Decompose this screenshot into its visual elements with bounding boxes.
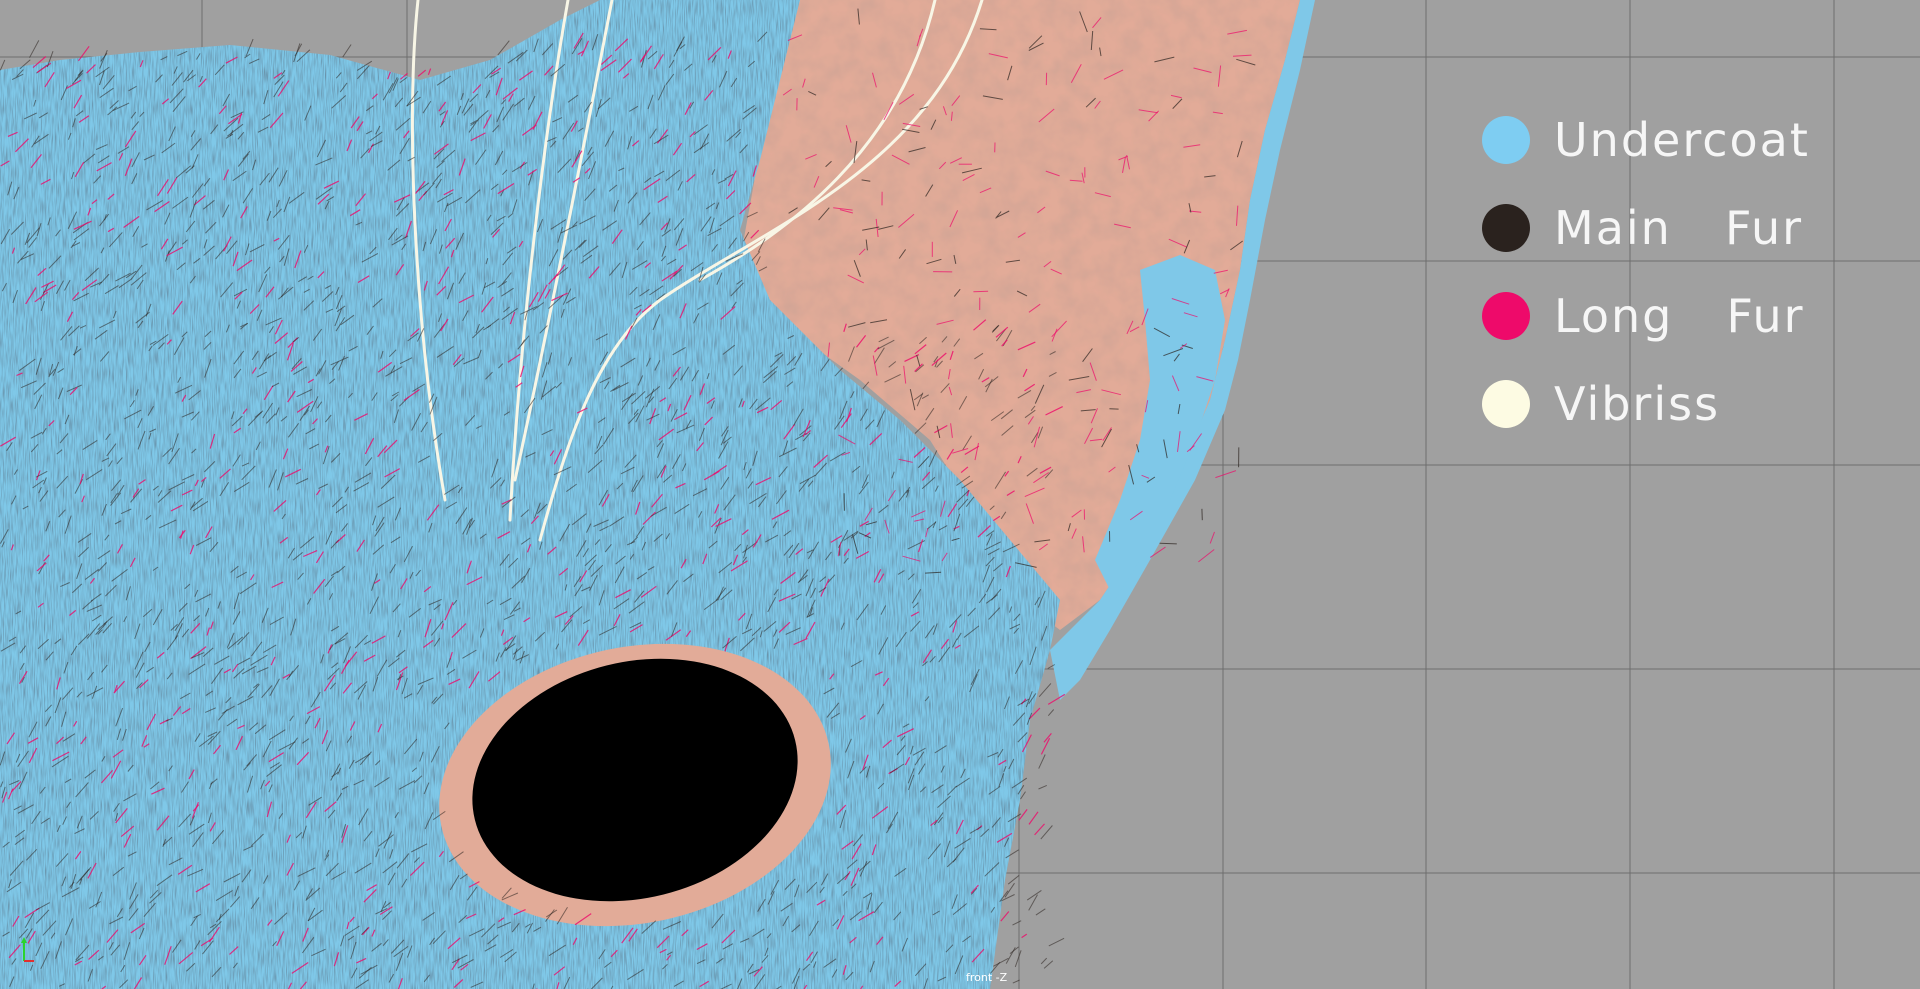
maya-viewport[interactable]: Undercoat Main Fur Long Fur Vibriss front -… xyxy=(0,0,1920,989)
camera-label: front -Z xyxy=(966,971,1008,984)
y-axis-arrow xyxy=(21,937,27,943)
legend-swatch xyxy=(1482,116,1530,164)
axis-indicator xyxy=(21,937,34,962)
legend-swatch xyxy=(1482,292,1530,340)
legend-label: Long Fur xyxy=(1554,289,1805,343)
legend-label: Undercoat xyxy=(1554,113,1810,167)
legend-label: Vibriss xyxy=(1554,377,1721,431)
legend-swatch xyxy=(1482,380,1530,428)
legend-item: Main Fur xyxy=(1482,184,1842,272)
fur-legend: Undercoat Main Fur Long Fur Vibriss xyxy=(1482,96,1842,448)
legend-item: Long Fur xyxy=(1482,272,1842,360)
legend-item: Undercoat xyxy=(1482,96,1842,184)
legend-label: Main Fur xyxy=(1554,201,1804,255)
legend-swatch xyxy=(1482,204,1530,252)
legend-item: Vibriss xyxy=(1482,360,1842,448)
